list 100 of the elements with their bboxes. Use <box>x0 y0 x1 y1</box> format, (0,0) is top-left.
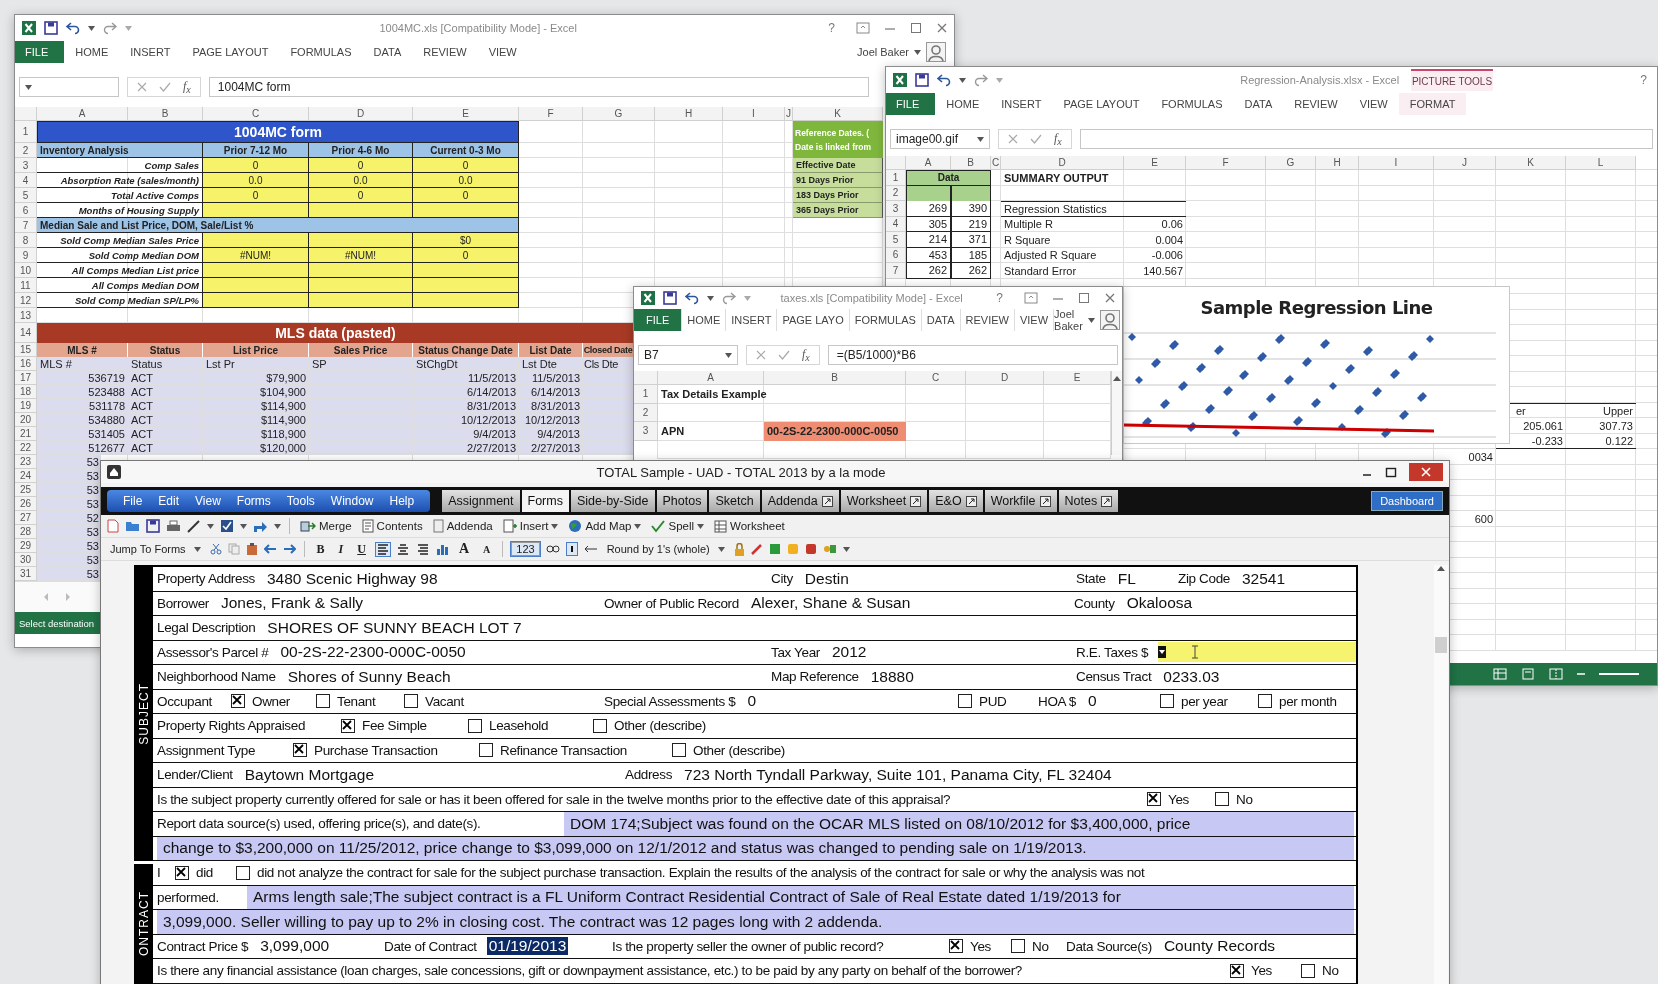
scrollbar-thumb[interactable] <box>1435 637 1447 653</box>
row-header[interactable]: 10 <box>15 263 37 278</box>
form-field[interactable]: 0233.03 <box>1161 667 1222 686</box>
jump-to-forms-dropdown[interactable]: Jump To Forms <box>107 543 204 555</box>
ribbon-tab[interactable]: VIEW <box>1348 93 1399 115</box>
ribbon-tab[interactable]: PAGE LAYOUT <box>1052 93 1151 115</box>
column-header[interactable]: C <box>203 107 309 121</box>
form-field[interactable]: 32541 <box>1240 569 1288 588</box>
format-button[interactable]: B <box>312 541 329 557</box>
save-icon[interactable] <box>44 21 58 35</box>
undo-icon[interactable] <box>263 543 277 555</box>
ribbon-tab[interactable]: HOME <box>682 309 727 331</box>
ribbon-tab[interactable]: FORMULAS <box>1150 93 1234 115</box>
menu-item[interactable]: Tools <box>278 494 323 508</box>
ribbon-display-icon[interactable] <box>1024 292 1038 304</box>
ribbon-tab[interactable]: FILE <box>15 41 65 63</box>
column-header[interactable]: B <box>951 156 991 170</box>
stop-icon[interactable] <box>804 543 817 555</box>
row-header[interactable]: 22 <box>15 441 37 455</box>
row-header[interactable]: 16 <box>15 357 37 371</box>
scroll-up-icon[interactable] <box>1113 375 1121 381</box>
name-box[interactable]: B7 <box>638 345 738 365</box>
row-header[interactable]: 19 <box>15 399 37 413</box>
scrollbar[interactable] <box>1111 371 1122 455</box>
form-field[interactable]: Arms length sale;The subject contract is a FL Uniform Contract Residential Contract of Sale of Real Estate dated 1/19/2013 for <box>247 885 1354 909</box>
column-header[interactable]: H <box>655 107 723 121</box>
row-header[interactable]: 4 <box>15 173 37 188</box>
dashboard-button[interactable]: Dashboard <box>1371 491 1443 511</box>
lock-icon[interactable] <box>733 542 745 556</box>
ribbon-display-icon[interactable] <box>856 22 870 34</box>
checkbox[interactable] <box>1160 694 1174 709</box>
row-header[interactable]: 11 <box>15 278 37 293</box>
row-header[interactable]: 3 <box>634 422 658 441</box>
toolbar-button[interactable]: Spell <box>649 519 707 533</box>
form-field[interactable]: 01/19/2013 <box>486 937 569 956</box>
form-field[interactable]: 0 <box>1086 692 1099 711</box>
column-header[interactable]: A <box>37 107 128 121</box>
new-document-icon[interactable] <box>107 519 119 533</box>
folder-icon[interactable] <box>125 520 140 532</box>
tab[interactable]: Assignment <box>442 490 520 512</box>
form-field[interactable]: SHORES OF SUNNY BEACH LOT 7 <box>265 618 524 637</box>
toggle-icon[interactable] <box>565 542 578 556</box>
scissors-icon[interactable] <box>209 543 222 555</box>
row-header[interactable]: 1 <box>886 170 906 186</box>
checkbox[interactable] <box>236 865 250 880</box>
row-header[interactable]: 29 <box>15 539 37 553</box>
tab[interactable]: E&O <box>929 490 983 512</box>
toolbar-button[interactable]: Merge <box>298 519 354 533</box>
toolbar-button[interactable]: Addenda <box>430 519 495 533</box>
tab[interactable]: Notes <box>1058 490 1119 512</box>
form-field[interactable]: 0 <box>745 692 759 711</box>
menu-item[interactable]: Edit <box>150 494 188 508</box>
form-field[interactable]: County Records <box>1161 937 1278 956</box>
column-header[interactable]: L <box>1566 156 1636 170</box>
ribbon-tab[interactable]: FILE <box>634 309 683 331</box>
column-header[interactable]: I <box>723 107 785 121</box>
form-field[interactable] <box>1158 642 1356 663</box>
checkbox[interactable] <box>231 694 245 709</box>
menu-item[interactable]: View <box>187 494 229 508</box>
checkbox[interactable] <box>1011 939 1025 954</box>
share-arrow-icon[interactable] <box>253 519 268 533</box>
help-button[interactable]: ? <box>824 21 839 35</box>
row-header[interactable]: 30 <box>15 553 37 567</box>
row-header[interactable]: 17 <box>15 371 37 385</box>
paste-icon[interactable] <box>245 542 258 556</box>
form-field[interactable]: Alexer, Shane & Susan <box>748 594 913 613</box>
column-header[interactable]: E <box>1044 371 1111 385</box>
column-header[interactable]: D <box>1001 156 1124 170</box>
form-field[interactable]: Shores of Sunny Beach <box>285 667 453 686</box>
ribbon-tab[interactable]: INSERT <box>990 93 1053 115</box>
menu-item[interactable]: Help <box>381 494 423 508</box>
row-header[interactable]: 3 <box>15 158 37 173</box>
formula-field[interactable]: 1004MC form <box>208 77 869 97</box>
ribbon-tab[interactable]: FORMULAS <box>279 41 363 63</box>
save-icon[interactable] <box>146 519 160 533</box>
row-header[interactable]: 12 <box>15 293 37 308</box>
tab[interactable]: Forms <box>521 490 569 512</box>
align-button[interactable] <box>375 542 390 556</box>
redo-icon[interactable] <box>282 543 296 555</box>
checkbox[interactable] <box>593 718 607 733</box>
row-header[interactable]: 14 <box>15 323 37 343</box>
checkbox[interactable] <box>341 718 355 733</box>
checkbox[interactable] <box>468 718 482 733</box>
bar-chart-icon[interactable] <box>435 543 449 555</box>
toolbar-button[interactable]: Insert <box>500 519 561 533</box>
save-icon[interactable] <box>915 73 929 87</box>
ribbon-tab[interactable]: DATA <box>1233 93 1284 115</box>
column-header[interactable]: F <box>519 107 583 121</box>
font-size-button[interactable]: A <box>454 541 474 557</box>
tab[interactable]: Addenda <box>761 490 839 512</box>
ribbon-tab[interactable]: REVIEW <box>412 41 478 63</box>
normal-view-icon[interactable] <box>1493 668 1507 680</box>
row-header[interactable]: 5 <box>886 232 906 248</box>
formula-field[interactable] <box>1079 129 1653 149</box>
row-header[interactable]: 8 <box>15 233 37 248</box>
checkbox[interactable] <box>479 743 493 758</box>
row-header[interactable]: 2 <box>15 143 37 158</box>
column-header[interactable]: E <box>413 107 519 121</box>
form-field[interactable]: 723 North Tyndall Parkway, Suite 101, Panama City, FL 32404 <box>682 765 1114 784</box>
tab[interactable]: Sketch <box>709 490 760 512</box>
